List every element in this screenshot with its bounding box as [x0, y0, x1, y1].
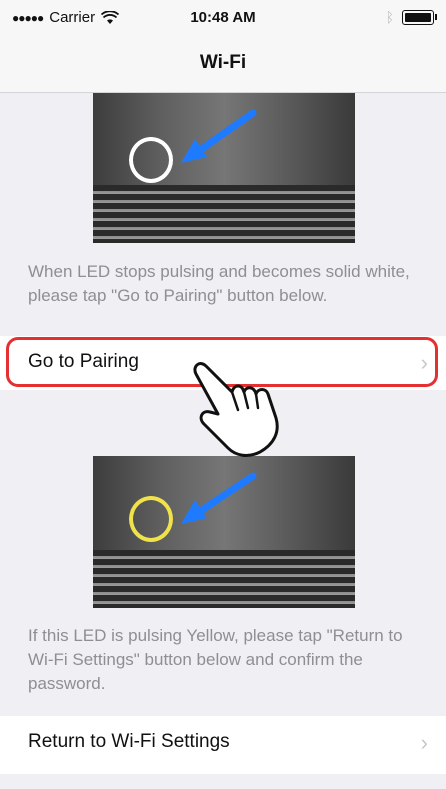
instruction-text-yellow-led: If this LED is pulsing Yellow, please ta…: [28, 626, 403, 693]
status-time: 10:48 AM: [190, 9, 256, 26]
led-indicator-yellow-ring: [129, 496, 173, 542]
page-title: Wi-Fi: [199, 52, 247, 73]
return-to-wifi-settings-label: Return to Wi-Fi Settings: [28, 731, 230, 752]
navigation-bar: Wi-Fi: [0, 36, 446, 93]
arrow-icon: [181, 109, 257, 163]
return-to-wifi-settings-button[interactable]: Return to Wi-Fi Settings ›: [0, 716, 446, 774]
instruction-text-white-led: When LED stops pulsing and becomes solid…: [28, 262, 410, 305]
device-rings: [93, 185, 355, 243]
device-led-yellow-image: [93, 456, 355, 608]
status-right: ᛒ: [385, 9, 437, 25]
pointing-hand-icon: [193, 362, 279, 457]
chevron-right-icon: ›: [420, 730, 428, 755]
device-rings: [93, 550, 355, 608]
arrow-icon: [181, 472, 257, 524]
bluetooth-icon: ᛒ: [385, 9, 394, 25]
led-indicator-white-ring: [129, 137, 173, 183]
device-led-white-image: [93, 93, 355, 243]
status-bar: ●●●●● Carrier 10:48 AM ᛒ: [0, 0, 446, 36]
battery-icon: [402, 9, 437, 25]
